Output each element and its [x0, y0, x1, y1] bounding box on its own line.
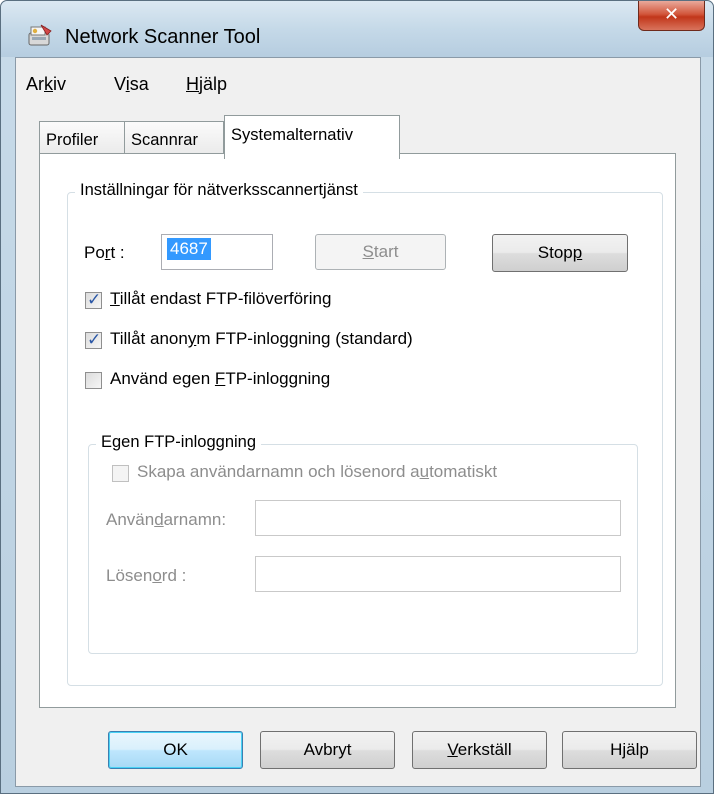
menu-arkiv-accel: k	[44, 74, 53, 94]
port-label-text: Po	[84, 243, 105, 262]
ftp-only-label: Tillåt endast FTP-filöverföring	[110, 289, 331, 309]
menu-bar: Arkiv Visa Hjälp	[16, 58, 700, 102]
auto-credentials-checkbox[interactable]	[112, 465, 129, 482]
custom-login-label-accel: F	[214, 369, 226, 388]
anonymous-login-checkbox[interactable]: ✓	[85, 330, 102, 350]
help-button-label: Hjälp	[610, 740, 649, 759]
anonymous-login-label-text-end: m FTP-inloggning (standard)	[196, 329, 413, 348]
tab-scannrar-label: Scannrar	[131, 131, 198, 149]
menu-arkiv-text-end: iv	[53, 74, 66, 94]
custom-login-label-text-end: TP-inloggning	[225, 369, 331, 388]
password-label: Lösenord :	[106, 566, 186, 586]
auto-credentials-label-accel: u	[419, 462, 430, 481]
menu-hjalp-text-end: jälp	[199, 74, 228, 94]
start-button-text-end: tart	[373, 242, 399, 261]
username-input[interactable]	[255, 500, 621, 536]
ftp-only-label-accel: T	[110, 289, 120, 308]
username-label-text: Använ	[106, 510, 155, 529]
ok-button[interactable]: OK	[108, 731, 243, 769]
menu-visa[interactable]: Visa	[114, 74, 149, 95]
anonymous-login-label-text: Tillåt anon	[110, 329, 188, 348]
port-value: 4687	[167, 238, 211, 260]
close-icon: ✕	[663, 4, 680, 25]
username-label: Användarnamn:	[106, 510, 226, 530]
menu-hjalp-accel: H	[186, 74, 199, 94]
stop-button-accel: p	[572, 243, 583, 262]
checkmark-icon: ✓	[87, 290, 102, 310]
menu-arkiv[interactable]: Arkiv	[26, 74, 66, 95]
service-settings-group-label: Inställningar för nätverksscannertjänst	[75, 181, 363, 200]
close-button[interactable]: ✕	[638, 1, 705, 31]
cancel-button-label: Avbryt	[303, 740, 352, 759]
password-input[interactable]	[255, 556, 621, 592]
tab-profiler-label: Profiler	[46, 131, 99, 149]
title-bar[interactable]: Network Scanner Tool ✕	[1, 1, 713, 57]
custom-login-checkbox[interactable]	[85, 372, 102, 389]
custom-ftp-group-label: Egen FTP-inloggning	[96, 433, 262, 452]
password-label-text-end: rd :	[161, 566, 187, 585]
checkmark-icon: ✓	[87, 330, 102, 350]
apply-button-accel: V	[447, 740, 458, 759]
auto-credentials-label: Skapa användarnamn och lösenord automati…	[137, 462, 497, 482]
port-label-text-end: t :	[110, 243, 125, 262]
custom-login-label-text: Använd egen	[110, 369, 215, 388]
username-label-text-end: arnamn:	[163, 510, 227, 529]
auto-credentials-label-text-end: tomatiskt	[429, 462, 498, 481]
tab-systemalternativ[interactable]: Systemalternativ	[224, 115, 400, 159]
cancel-button[interactable]: Avbryt	[260, 731, 395, 769]
apply-button-text-end: erkställ	[457, 740, 512, 759]
custom-login-label: Använd egen FTP-inloggning	[110, 369, 330, 389]
anonymous-login-label: Tillåt anonym FTP-inloggning (standard)	[110, 329, 413, 349]
scanner-app-icon	[28, 24, 52, 46]
ftp-only-checkbox[interactable]: ✓	[85, 290, 102, 310]
menu-arkiv-text: Ar	[26, 74, 44, 94]
username-label-accel: d	[154, 510, 164, 529]
apply-button[interactable]: Verkställ	[412, 731, 547, 769]
menu-hjalp[interactable]: Hjälp	[186, 74, 227, 95]
ftp-only-label-text-end: illåt endast FTP-filöverföring	[119, 289, 332, 308]
password-label-accel: o	[152, 566, 162, 585]
window-title: Network Scanner Tool	[65, 26, 261, 48]
start-button-accel: S	[362, 242, 374, 261]
help-button[interactable]: Hjälp	[562, 731, 697, 769]
stop-button[interactable]: Stopp	[492, 234, 628, 272]
start-button[interactable]: Start	[315, 234, 446, 270]
client-area: Arkiv Visa Hjälp Profiler Scannrar Syste…	[15, 57, 701, 787]
menu-visa-text-end: sa	[129, 74, 149, 94]
tab-systemalternativ-label: Systemalternativ	[231, 126, 353, 144]
app-window: Network Scanner Tool ✕ Arkiv Visa Hjälp …	[0, 0, 714, 794]
port-input[interactable]: 4687	[161, 234, 273, 270]
auto-credentials-label-text: Skapa användarnamn och lösenord a	[137, 462, 420, 481]
port-label: Port :	[84, 243, 125, 263]
ok-button-label: OK	[163, 740, 188, 759]
menu-visa-text: V	[114, 74, 126, 94]
password-label-text: Lösen	[106, 566, 153, 585]
stop-button-text: Stop	[537, 243, 573, 262]
tab-panel-systemalternativ: Inställningar för nätverksscannertjänst …	[39, 153, 676, 708]
